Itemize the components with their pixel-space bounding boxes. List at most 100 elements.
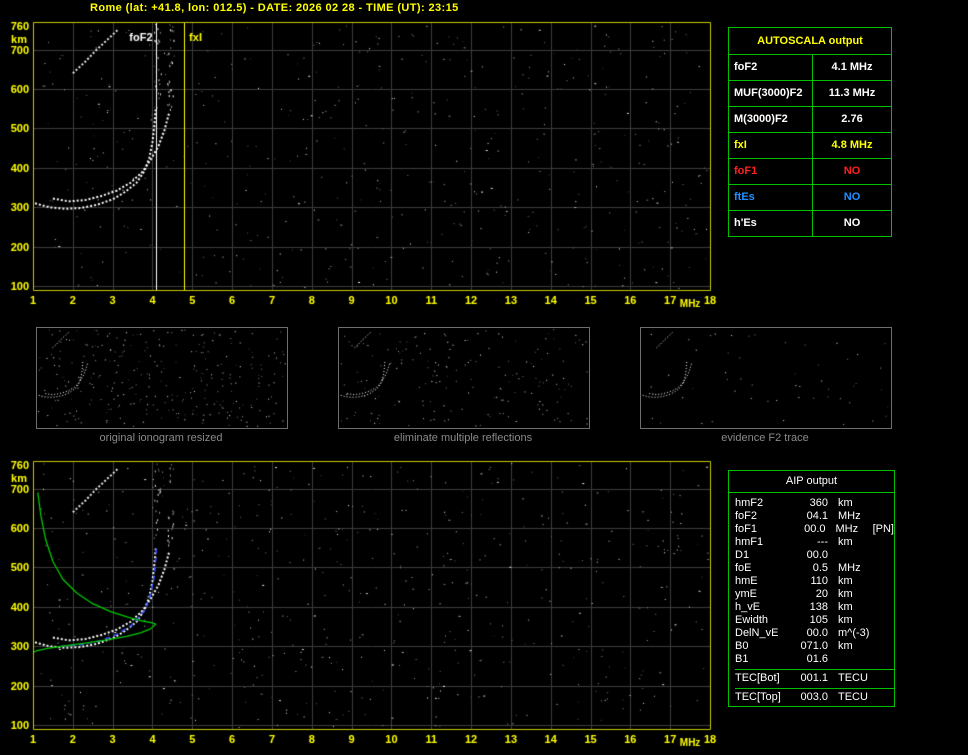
parameter-unit: MHz xyxy=(838,562,861,574)
parameter-label: ymE xyxy=(735,588,757,600)
autoscala-row-fxI: fxI 4.8 MHz xyxy=(729,132,891,158)
parameter-label: hmF2 xyxy=(735,497,764,509)
aip-row-foE: foE 0.5 MHz xyxy=(735,562,894,575)
aip-row-TEC[Bot]: TEC[Bot] 001.1 TECU xyxy=(735,672,894,685)
parameter-label: TEC[Bot] xyxy=(735,672,780,684)
autoscala-table-rows: foF2 4.1 MHz MUF(3000)F2 11.3 MHz M(3000)F2 2… xyxy=(729,54,891,236)
parameter-value: 071.0 xyxy=(800,640,828,652)
separator-line xyxy=(735,669,894,670)
autoscala-screen: Rome (lat: +41.8, lon: 012.5) - DATE: 20… xyxy=(0,0,968,755)
parameter-label: MUF(3000)F2 xyxy=(729,81,813,106)
autoscala-row-MUF(3000)F2: MUF(3000)F2 11.3 MHz xyxy=(729,80,891,106)
parameter-label: hmF1 xyxy=(735,536,764,548)
aip-row-hmF2: hmF2 360 km xyxy=(735,497,894,510)
parameter-unit: km xyxy=(838,497,853,509)
parameter-unit: km xyxy=(838,536,853,548)
parameter-value: 2.76 xyxy=(841,113,863,125)
autoscala-row-foF2: foF2 4.1 MHz xyxy=(729,54,891,80)
parameter-unit: m^(-3) xyxy=(838,627,870,639)
thumbnail-eliminate-multiple-reflections xyxy=(338,327,590,429)
parameter-label: B1 xyxy=(735,653,749,665)
aip-row-hmE: hmE 110 km xyxy=(735,575,894,588)
aip-row-B1: B1 01.6 xyxy=(735,653,894,666)
parameter-value: 00.0 xyxy=(806,549,828,561)
parameter-unit: TECU xyxy=(838,691,868,703)
parameter-value: 110 xyxy=(810,575,828,587)
parameter-value: 360 xyxy=(809,497,828,509)
parameter-value: 0.5 xyxy=(812,562,828,574)
aip-row-DelN_vE: DelN_vE 00.0 m^(-3) xyxy=(735,627,894,640)
parameter-unit: km xyxy=(838,575,853,587)
parameter-value: 11.3 MHz xyxy=(828,87,876,99)
parameter-value: 138 xyxy=(809,601,828,613)
parameter-label: foE xyxy=(735,562,752,574)
aip-row-foF2: foF2 04.1 MHz xyxy=(735,510,894,523)
aip-row-TEC[Top]: TEC[Top] 003.0 TECU xyxy=(735,691,894,704)
parameter-value: 001.1 xyxy=(800,672,828,684)
parameter-value: 20 xyxy=(815,588,828,600)
parameter-unit: MHz xyxy=(838,510,861,522)
bottom-ionogram-chart xyxy=(0,455,725,755)
parameter-value: 04.1 xyxy=(806,510,828,522)
parameter-value: --- xyxy=(817,536,828,548)
autoscala-row-M(3000)F2: M(3000)F2 2.76 xyxy=(729,106,891,132)
parameter-label: foF2 xyxy=(729,55,813,80)
separator-line xyxy=(735,688,894,689)
parameter-unit: km xyxy=(838,614,853,626)
parameter-label: DelN_vE xyxy=(735,627,779,639)
aip-row-h_vE: h_vE 138 km xyxy=(735,601,894,614)
aip-row-hmF1: hmF1 --- km xyxy=(735,536,894,549)
parameter-unit: km xyxy=(838,640,853,652)
parameter-value: 003.0 xyxy=(800,691,828,703)
parameter-unit xyxy=(838,653,872,666)
parameter-label: h'Es xyxy=(729,211,813,236)
parameter-unit xyxy=(838,549,872,562)
thumbnail-evidence-f2-trace xyxy=(640,327,892,429)
aip-row-foF1: foF1 00.0 MHz [PN] xyxy=(735,523,894,536)
parameter-value: 105 xyxy=(809,614,828,626)
thumbnail-caption: eliminate multiple reflections xyxy=(393,432,533,444)
parameter-label: D1 xyxy=(735,549,750,561)
autoscala-row-foF1: foF1 NO xyxy=(729,158,891,184)
aip-row-D1: D1 00.0 xyxy=(735,549,894,562)
parameter-label: TEC[Top] xyxy=(735,691,781,703)
parameter-label: foF1 xyxy=(729,159,813,184)
autoscala-row-ftEs: ftEs NO xyxy=(729,184,891,210)
parameter-label: h_vE xyxy=(735,601,761,613)
thumbnail-caption: evidence F2 trace xyxy=(721,432,809,444)
parameter-label: Ewidth xyxy=(735,614,769,626)
thumbnail-caption: original ionogram resized xyxy=(99,432,223,444)
aip-table-rows: hmF2 360 km foF2 04.1 MHz foF1 00.0 MHz [PN] hmF1 -… xyxy=(729,493,894,704)
parameter-value: 4.1 MHz xyxy=(831,61,873,73)
thumbnail-original-ionogram xyxy=(36,327,288,429)
aip-output-table: AIP output hmF2 360 km foF2 04.1 MHz foF1 00.0 M… xyxy=(728,470,895,707)
parameter-value: NO xyxy=(843,217,861,229)
aip-row-ymE: ymE 20 km xyxy=(735,588,894,601)
parameter-label: B0 xyxy=(735,640,749,652)
parameter-value: 4.8 MHz xyxy=(831,139,873,151)
autoscala-output-table: AUTOSCALA output foF2 4.1 MHz MUF(3000)F2 1… xyxy=(728,27,892,237)
page-title: Rome (lat: +41.8, lon: 012.5) - DATE: 20… xyxy=(90,2,459,14)
parameter-unit: km xyxy=(838,601,853,613)
parameter-label: M(3000)F2 xyxy=(729,107,813,132)
parameter-label: hmE xyxy=(735,575,758,587)
parameter-unit: TECU xyxy=(838,672,868,684)
parameter-label: foF2 xyxy=(735,510,758,522)
parameter-label: fxI xyxy=(729,133,813,158)
aip-row-Ewidth: Ewidth 105 km xyxy=(735,614,894,627)
parameter-unit: km xyxy=(838,588,853,600)
parameter-extra: [PN] xyxy=(872,523,894,535)
aip-row-B0: B0 071.0 km xyxy=(735,640,894,653)
parameter-label: ftEs xyxy=(729,185,813,210)
aip-table-title: AIP output xyxy=(729,471,894,493)
parameter-value: 00.0 xyxy=(804,523,826,535)
autoscala-row-h'Es: h'Es NO xyxy=(729,210,891,236)
parameter-unit: MHz xyxy=(835,523,859,535)
parameter-value: NO xyxy=(843,191,861,203)
parameter-value: 00.0 xyxy=(806,627,828,639)
parameter-value: 01.6 xyxy=(806,653,828,665)
parameter-label: foF1 xyxy=(735,523,758,535)
parameter-value: NO xyxy=(843,165,861,177)
autoscala-table-title: AUTOSCALA output xyxy=(757,35,863,47)
top-ionogram-chart xyxy=(0,16,725,316)
